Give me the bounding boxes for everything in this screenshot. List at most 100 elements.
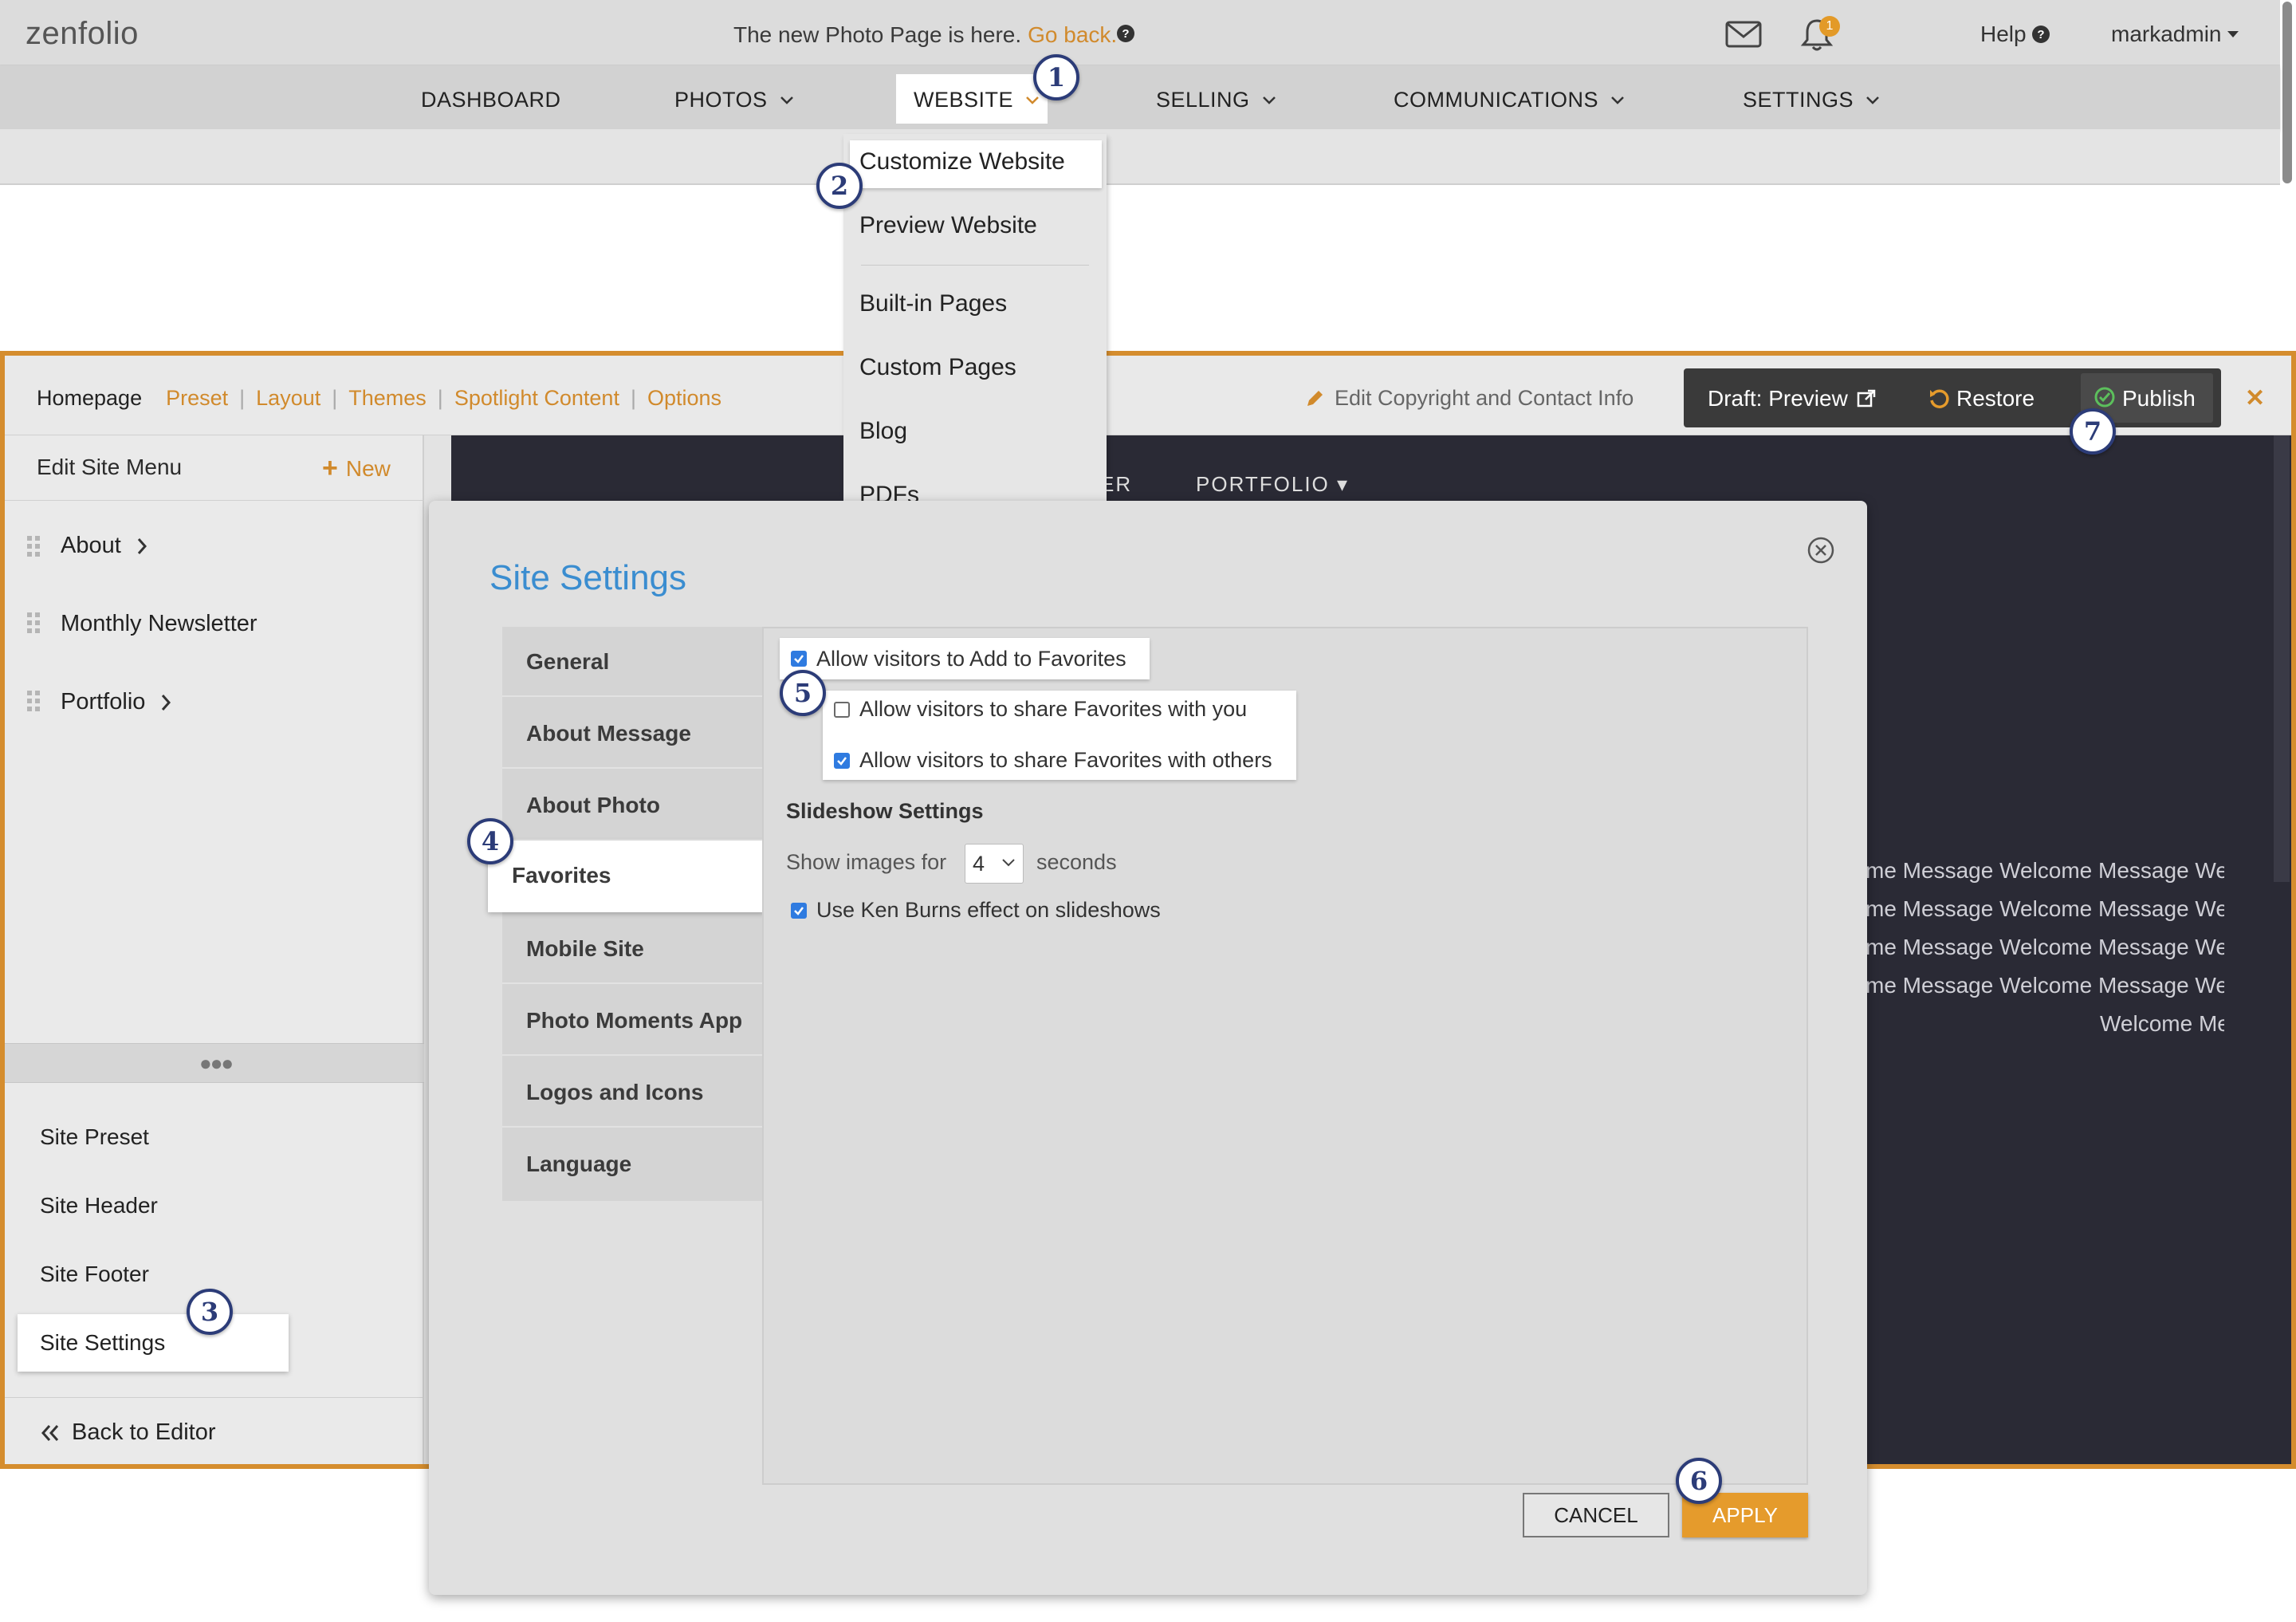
tab-about-message[interactable]: About Message bbox=[502, 699, 764, 769]
go-back-link[interactable]: Go back. bbox=[1028, 22, 1117, 47]
help-question-icon[interactable]: ? bbox=[1116, 24, 1135, 43]
page-scrollbar-thumb[interactable] bbox=[2282, 2, 2292, 183]
share-with-you-checkbox[interactable] bbox=[834, 701, 850, 718]
share-with-others-option[interactable]: Allow visitors to share Favorites with o… bbox=[834, 748, 1272, 773]
nav-communications[interactable]: COMMUNICATIONS bbox=[1394, 88, 1626, 112]
divider: | bbox=[630, 386, 636, 410]
nav-selling[interactable]: SELLING bbox=[1156, 88, 1277, 112]
restore-button[interactable]: Restore bbox=[1928, 386, 2035, 411]
close-circle-icon[interactable] bbox=[1807, 536, 1835, 565]
menu-item-monthly-newsletter[interactable]: Monthly Newsletter bbox=[61, 611, 258, 637]
nav-settings[interactable]: SETTINGS bbox=[1743, 88, 1881, 112]
share-with-you-option[interactable]: Allow visitors to share Favorites with y… bbox=[834, 697, 1247, 722]
preview-welcome-text: me Message Welcome Message We bbox=[1866, 973, 2224, 998]
mail-icon[interactable] bbox=[1725, 21, 1762, 48]
draft-preview-label: Draft: Preview bbox=[1708, 386, 1848, 411]
publish-label: Publish bbox=[2122, 386, 2196, 411]
tab-layout[interactable]: Layout bbox=[256, 386, 320, 411]
tab-label: General bbox=[526, 649, 610, 674]
menu-customize-website[interactable]: Customize Website bbox=[859, 148, 1065, 175]
nav-settings-label: SETTINGS bbox=[1743, 88, 1854, 112]
help-link[interactable]: Help ? bbox=[1980, 22, 2050, 47]
preview-welcome-text: me Message Welcome Message We bbox=[1866, 858, 2224, 883]
user-menu[interactable]: markadmin bbox=[2111, 22, 2240, 47]
sub-bar bbox=[0, 129, 2280, 185]
add-to-favorites-label: Allow visitors to Add to Favorites bbox=[816, 646, 1126, 671]
add-to-favorites-checkbox[interactable] bbox=[791, 651, 807, 667]
top-bar bbox=[0, 0, 2280, 65]
tab-mobile-site[interactable]: Mobile Site bbox=[502, 914, 764, 984]
menu-item-portfolio[interactable]: Portfolio bbox=[61, 689, 172, 715]
tab-language[interactable]: Language bbox=[502, 1129, 764, 1199]
dropdown-divider bbox=[861, 265, 1089, 266]
draft-preview-button[interactable]: Draft: Preview bbox=[1708, 386, 1877, 411]
plus-icon: + bbox=[322, 453, 338, 483]
edit-copyright-link[interactable]: Edit Copyright and Contact Info bbox=[1304, 386, 1634, 411]
preview-welcome-text: Welcome Me bbox=[2100, 1011, 2224, 1036]
external-link-icon bbox=[1857, 389, 1876, 407]
share-with-you-label: Allow visitors to share Favorites with y… bbox=[859, 697, 1248, 721]
drag-handle-icon[interactable] bbox=[26, 534, 41, 558]
chevron-down-icon bbox=[1262, 96, 1276, 104]
tab-preset[interactable]: Preset bbox=[166, 386, 228, 411]
add-to-favorites-option[interactable]: Allow visitors to Add to Favorites bbox=[780, 638, 1150, 679]
menu-custom-pages[interactable]: Custom Pages bbox=[859, 354, 1016, 381]
double-chevron-left-icon bbox=[41, 1424, 59, 1441]
tab-photo-moments-app[interactable]: Photo Moments App bbox=[502, 986, 764, 1056]
announcement-text: The new Photo Page is here. bbox=[733, 22, 1022, 47]
step-marker-3: 3 bbox=[187, 1289, 233, 1335]
share-with-others-checkbox[interactable] bbox=[834, 752, 850, 769]
drag-handle-icon[interactable] bbox=[26, 611, 41, 635]
back-to-editor-button[interactable]: Back to Editor bbox=[40, 1419, 216, 1446]
help-label: Help bbox=[1980, 22, 2027, 46]
menu-preview-website[interactable]: Preview Website bbox=[859, 212, 1037, 239]
menu-item-about[interactable]: About bbox=[61, 533, 148, 559]
step-marker-2: 2 bbox=[816, 163, 863, 209]
menu-built-in-pages[interactable]: Built-in Pages bbox=[859, 290, 1007, 317]
menu-blog[interactable]: Blog bbox=[859, 418, 907, 445]
drag-handle-icon[interactable] bbox=[26, 689, 41, 713]
cancel-button[interactable]: CANCEL bbox=[1523, 1493, 1669, 1537]
pencil-icon bbox=[1307, 390, 1323, 406]
chevron-right-icon bbox=[137, 537, 147, 554]
ken-burns-checkbox[interactable] bbox=[791, 902, 807, 919]
tab-options[interactable]: Options bbox=[647, 386, 721, 411]
slideshow-settings-heading: Slideshow Settings bbox=[786, 799, 984, 823]
nav-photos-label: PHOTOS bbox=[674, 88, 768, 112]
preview-scrollbar[interactable] bbox=[2274, 435, 2290, 882]
step-marker-6: 6 bbox=[1676, 1458, 1722, 1504]
tab-favorites[interactable]: Favorites bbox=[488, 841, 764, 912]
slideshow-duration-value: 4 bbox=[973, 852, 985, 876]
site-header-item[interactable]: Site Header bbox=[40, 1193, 158, 1218]
new-label: New bbox=[345, 455, 391, 481]
restore-label: Restore bbox=[1956, 386, 2035, 411]
nav-selling-label: SELLING bbox=[1156, 88, 1250, 112]
tab-logos-and-icons[interactable]: Logos and Icons bbox=[502, 1057, 764, 1128]
share-with-others-label: Allow visitors to share Favorites with o… bbox=[859, 748, 1272, 772]
tab-label: Language bbox=[526, 1152, 632, 1176]
seconds-label: seconds bbox=[1036, 850, 1117, 874]
divider: | bbox=[332, 386, 338, 410]
more-dots-icon[interactable]: ●●● bbox=[199, 1051, 234, 1076]
tab-spotlight-content[interactable]: Spotlight Content bbox=[454, 386, 619, 411]
nav-website[interactable]: WEBSITE bbox=[914, 88, 1040, 112]
site-preset-item[interactable]: Site Preset bbox=[40, 1124, 149, 1150]
ken-burns-option[interactable]: Use Ken Burns effect on slideshows bbox=[791, 898, 1161, 923]
close-editor-icon[interactable]: ✕ bbox=[2245, 384, 2265, 412]
preview-nav-portfolio[interactable]: PORTFOLIO ▾ bbox=[1196, 472, 1349, 497]
new-menu-item-button[interactable]: + New bbox=[322, 453, 391, 484]
tab-label: About Message bbox=[526, 721, 691, 746]
show-images-label: Show images for bbox=[786, 850, 947, 874]
nav-photos[interactable]: PHOTOS bbox=[674, 88, 795, 112]
tab-themes[interactable]: Themes bbox=[348, 386, 427, 411]
tab-homepage[interactable]: Homepage bbox=[37, 386, 142, 411]
site-footer-item[interactable]: Site Footer bbox=[40, 1262, 149, 1287]
chevron-down-icon bbox=[1866, 96, 1879, 104]
nav-dashboard[interactable]: DASHBOARD bbox=[421, 88, 561, 112]
site-settings-item[interactable]: Site Settings bbox=[40, 1330, 165, 1356]
nav-website-label: WEBSITE bbox=[914, 88, 1014, 112]
zenfolio-logo[interactable]: zenfolio bbox=[26, 16, 139, 52]
edit-site-menu-title: Edit Site Menu bbox=[37, 455, 183, 479]
tab-general[interactable]: General bbox=[502, 627, 764, 697]
tab-about-photo[interactable]: About Photo bbox=[502, 770, 764, 841]
